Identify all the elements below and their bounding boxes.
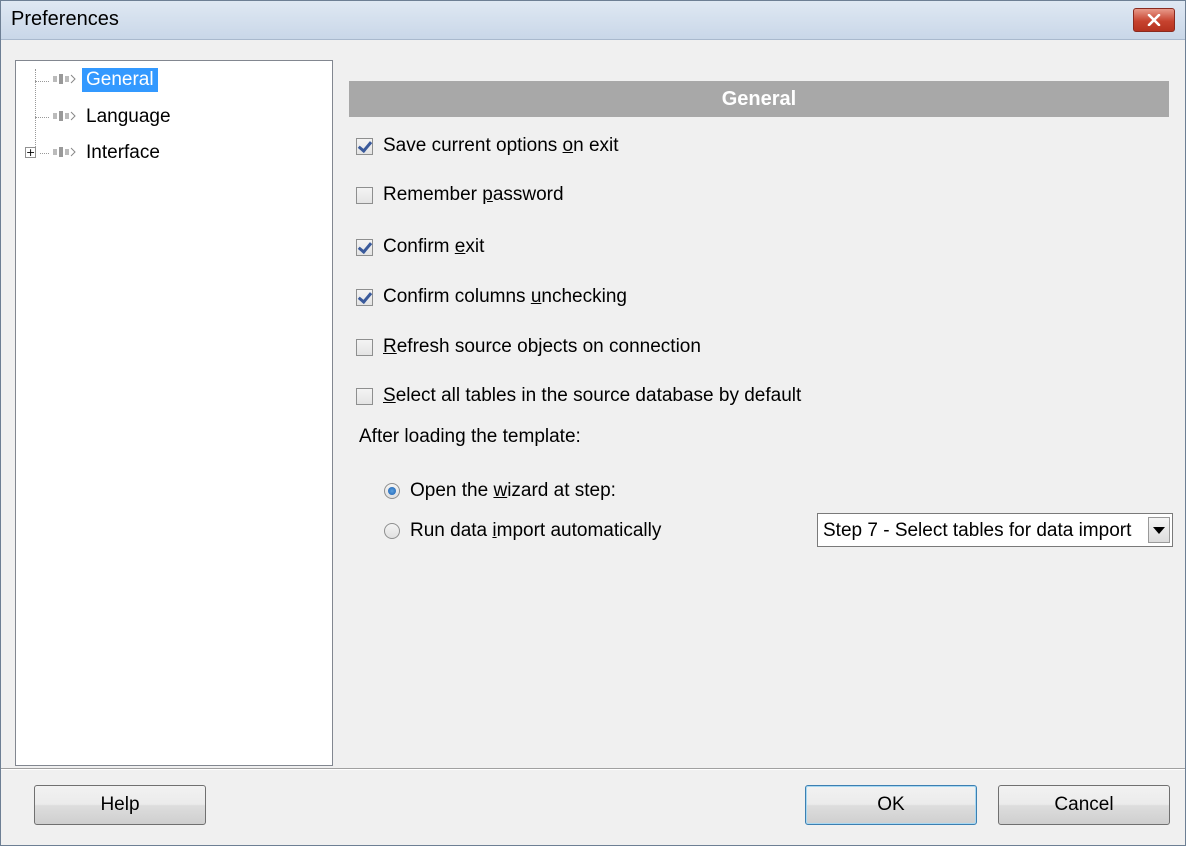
options-icon	[53, 111, 76, 121]
radio-label: Run data import automatically	[410, 520, 662, 541]
section-title: General	[349, 81, 1169, 117]
tree-item-label: Language	[86, 106, 171, 127]
checkbox-box[interactable]	[356, 387, 373, 405]
tree-item-label: General	[82, 68, 158, 92]
open-wizard-radio[interactable]: Open the wizard at step:	[384, 478, 616, 504]
refresh-source-objects-checkbox[interactable]: Refresh source objects on connection	[356, 334, 701, 360]
select-all-tables-checkbox[interactable]: Select all tables in the source database…	[356, 383, 801, 409]
checkbox-box[interactable]	[356, 186, 373, 204]
options-icon	[53, 147, 76, 157]
preferences-dialog: Preferences + General Language Interface…	[0, 0, 1186, 846]
options-icon	[53, 74, 76, 84]
wizard-step-select[interactable]: Step 7 - Select tables for data import	[817, 513, 1173, 547]
confirm-columns-unchecking-checkbox[interactable]: Confirm columns unchecking	[356, 284, 627, 310]
checkbox-box[interactable]	[356, 288, 373, 306]
checkbox-label: Refresh source objects on connection	[383, 336, 701, 357]
tree-item-interface[interactable]: Interface	[52, 140, 164, 166]
radio-button[interactable]	[384, 483, 400, 499]
title-bar: Preferences	[1, 1, 1185, 40]
tree-item-language[interactable]: Language	[52, 104, 175, 130]
close-button[interactable]	[1133, 8, 1175, 32]
confirm-exit-checkbox[interactable]: Confirm exit	[356, 234, 484, 260]
run-import-radio[interactable]: Run data import automatically	[384, 518, 661, 544]
radio-label: Open the wizard at step:	[410, 480, 616, 501]
tree-item-general[interactable]: General	[52, 67, 158, 93]
checkbox-box[interactable]	[356, 137, 373, 155]
checkbox-label: Confirm columns unchecking	[383, 286, 627, 307]
footer-divider	[1, 768, 1185, 770]
close-icon	[1147, 14, 1161, 26]
expand-icon[interactable]: +	[25, 147, 36, 158]
wizard-step-value: Step 7 - Select tables for data import	[823, 520, 1132, 541]
checkbox-label: Save current options on exit	[383, 135, 619, 156]
chevron-down-icon	[1153, 526, 1165, 534]
tree-item-label: Interface	[86, 142, 160, 163]
checkbox-box[interactable]	[356, 238, 373, 256]
after-loading-label: After loading the template:	[359, 426, 581, 447]
checkbox-box[interactable]	[356, 338, 373, 356]
radio-button[interactable]	[384, 523, 400, 539]
checkbox-label: Remember password	[383, 184, 564, 205]
window-title: Preferences	[11, 8, 119, 30]
checkbox-label: Confirm exit	[383, 236, 485, 257]
save-options-checkbox[interactable]: Save current options on exit	[356, 133, 619, 159]
cancel-button[interactable]: Cancel	[998, 785, 1170, 825]
preferences-tree[interactable]: + General Language Interface	[15, 60, 333, 766]
checkbox-label: Select all tables in the source database…	[383, 385, 802, 406]
dropdown-button[interactable]	[1148, 517, 1170, 543]
help-button[interactable]: Help	[34, 785, 206, 825]
remember-password-checkbox[interactable]: Remember password	[356, 182, 564, 208]
ok-button[interactable]: OK	[805, 785, 977, 825]
